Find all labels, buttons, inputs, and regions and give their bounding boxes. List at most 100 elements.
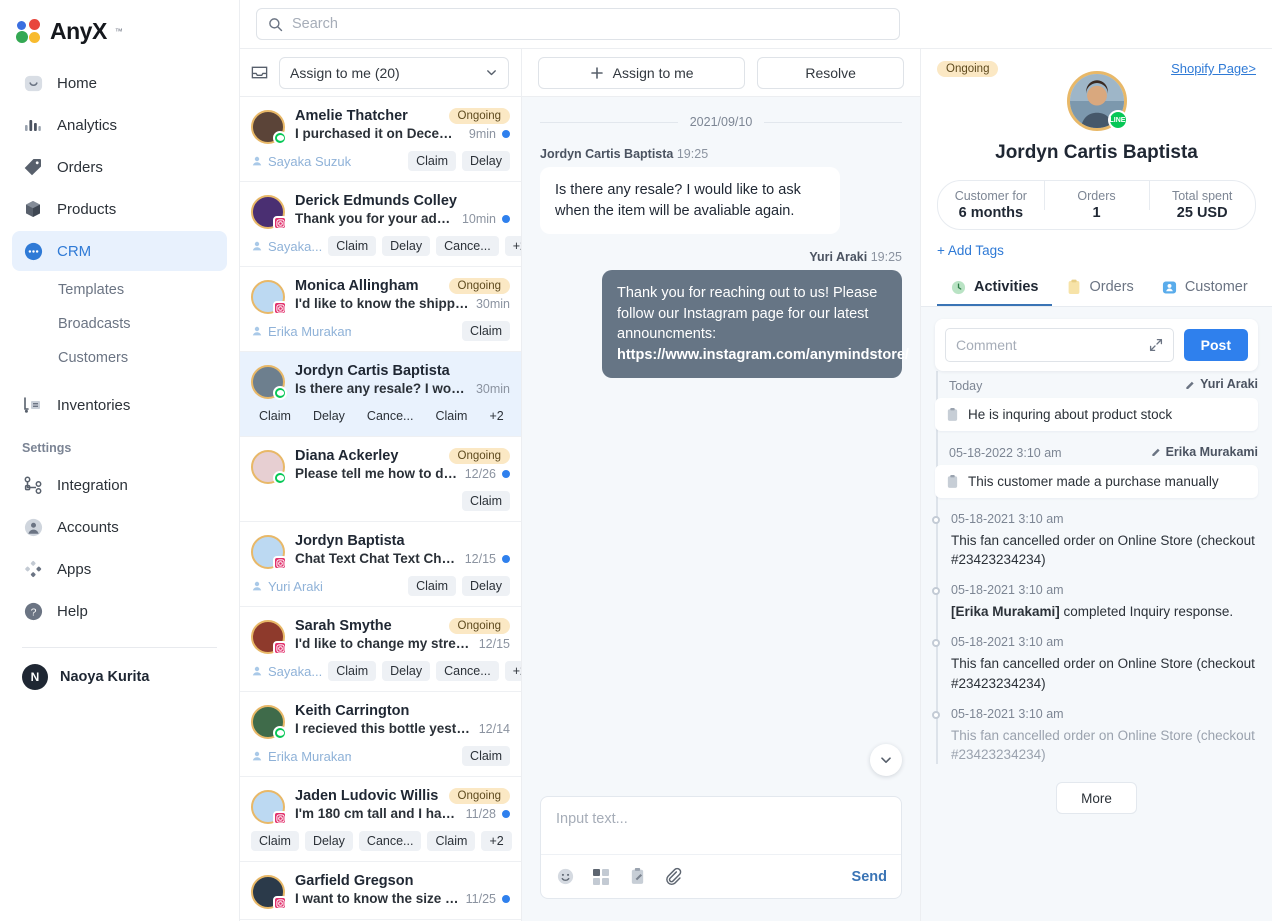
conversation-tag[interactable]: Delay <box>462 576 510 596</box>
conversation-tag[interactable]: Cance... <box>436 236 499 256</box>
conversation-tag[interactable]: Claim <box>328 236 377 256</box>
conversation-name: Sarah Smythe <box>295 618 392 634</box>
svg-text:?: ? <box>30 606 36 618</box>
scroll-to-bottom-button[interactable] <box>870 744 902 776</box>
sidebar-item-templates[interactable]: Templates <box>12 273 227 307</box>
assignee-name: Erika Murakami <box>268 323 351 339</box>
activity-note-card: He is inquring about product stock <box>935 397 1258 431</box>
sidebar-item-inventories[interactable]: Inventories <box>12 385 227 425</box>
conversation-tag[interactable]: Claim <box>462 321 510 341</box>
avatar: N <box>22 664 48 690</box>
conversation-tag-more[interactable]: +2 <box>504 661 521 681</box>
tab-label: Customer <box>1184 279 1248 295</box>
conversation-tag[interactable]: Delay <box>462 151 510 171</box>
sidebar-item-orders[interactable]: Orders <box>12 147 227 187</box>
message-input[interactable]: Input text... <box>541 797 901 854</box>
conversation-tag[interactable]: Delay <box>304 831 353 851</box>
send-button[interactable]: Send <box>852 869 887 885</box>
more-wrap: More <box>935 778 1258 830</box>
conversation-list-item[interactable]: Diana Ackerley Ongoing Please tell me how … <box>240 437 521 522</box>
conversation-tag[interactable]: Claim <box>427 831 476 851</box>
sidebar-item-help[interactable]: ? Help <box>12 591 227 631</box>
conversation-name-row: Sarah Smythe Ongoing <box>295 618 510 634</box>
sidebar-item-products[interactable]: Products <box>12 189 227 229</box>
assign-to-me-button[interactable]: Assign to me <box>538 56 746 89</box>
conversation-tag-more[interactable]: +2 <box>504 236 521 256</box>
message-composer: Input text... Send <box>540 796 902 899</box>
comment-input[interactable]: Comment <box>945 328 1174 362</box>
conversation-tag-more[interactable]: +2 <box>481 406 511 426</box>
post-comment-button[interactable]: Post <box>1183 329 1248 361</box>
activities-panel[interactable]: Comment Post Today Yuri Araki He is inquri… <box>921 307 1272 921</box>
conversation-tag[interactable]: Cance... <box>436 661 499 681</box>
sidebar-item-analytics[interactable]: Analytics <box>12 105 227 145</box>
conversation-tag[interactable]: Claim <box>251 406 299 426</box>
brand-logo[interactable]: AnyX ™ <box>0 0 239 59</box>
load-more-button[interactable]: More <box>1056 782 1137 815</box>
accounts-icon <box>22 516 44 538</box>
conversation-list[interactable]: Amelie Thatcher Ongoing I purchased it on … <box>240 97 521 921</box>
sidebar-item-apps[interactable]: Apps <box>12 549 227 589</box>
resolve-button[interactable]: Resolve <box>757 56 904 89</box>
tab-label: Activities <box>974 279 1039 295</box>
conversation-tag[interactable]: Claim <box>328 661 377 681</box>
avatar <box>251 620 287 655</box>
conversation-list-item[interactable]: Monica Allingham Ongoing I'd like to know … <box>240 267 521 352</box>
conversation-tag[interactable]: Claim <box>462 491 510 511</box>
sidebar-item-integration[interactable]: Integration <box>12 465 227 505</box>
conversation-tag[interactable]: Delay <box>382 661 431 681</box>
message-link[interactable]: https://www.instagram.com/anymindstore/ <box>617 347 909 363</box>
conversation-tag-more[interactable]: +2 <box>481 831 512 851</box>
conversation-preview: Chat Text Chat Text Chat Text... <box>295 551 459 566</box>
apps-grid-icon[interactable] <box>591 867 611 887</box>
sidebar-user[interactable]: N Naoya Kurita <box>0 648 239 706</box>
conversation-tag[interactable]: Delay <box>382 236 431 256</box>
tab-customer[interactable]: Customer <box>1148 269 1262 306</box>
conversation-tag[interactable]: Claim <box>462 746 510 766</box>
conversation-list-item[interactable]: Derick Edmunds Colley Thank you for your … <box>240 182 521 267</box>
conversation-time: 9min <box>468 126 496 141</box>
conversation-tag[interactable]: Claim <box>408 151 457 171</box>
activity-event: 05-18-2021 3:10 am This fan cancelled ord… <box>932 707 1258 764</box>
add-tags-button[interactable]: + Add Tags <box>937 230 1256 269</box>
emoji-icon[interactable] <box>555 867 575 887</box>
conversation-tag[interactable]: Claim <box>251 831 299 851</box>
instagram-badge-icon <box>273 301 287 315</box>
sidebar-item-home[interactable]: Home <box>12 63 227 103</box>
tab-activities[interactable]: Activities <box>937 269 1053 306</box>
conversation-list-item[interactable]: Sarah Smythe Ongoing I'd like to change my… <box>240 607 521 692</box>
assign-filter-select[interactable]: Assign to me (20) <box>279 56 509 89</box>
conversation-main-row: Jordyn Baptista Chat Text Chat Text Chat … <box>251 533 510 570</box>
shopify-page-link[interactable]: Shopify Page> <box>1171 61 1256 76</box>
anyx-logo-icon <box>16 18 42 45</box>
template-clipboard-icon[interactable] <box>627 867 647 887</box>
sidebar-item-crm[interactable]: CRM <box>12 231 227 271</box>
conversation-tag[interactable]: Claim <box>408 576 457 596</box>
clock-icon <box>951 280 966 295</box>
conversation-list-item[interactable]: Jordyn Cartis Baptista Is there any resal… <box>240 352 521 437</box>
attachment-paperclip-icon[interactable] <box>663 867 683 887</box>
sidebar-item-broadcasts[interactable]: Broadcasts <box>12 307 227 341</box>
conversation-tag[interactable]: Cance... <box>358 831 422 851</box>
conversation-tag[interactable]: Delay <box>305 406 353 426</box>
search-box[interactable] <box>256 8 900 40</box>
conversation-name: Jordyn Cartis Baptista <box>295 363 450 379</box>
tab-orders[interactable]: Orders <box>1052 269 1147 306</box>
conversation-list-item[interactable]: Jaden Ludovic Willis Ongoing I'm 180 cm ta… <box>240 777 521 862</box>
sidebar-item-accounts[interactable]: Accounts <box>12 507 227 547</box>
sidebar-item-customers[interactable]: Customers <box>12 341 227 375</box>
tab-label: Orders <box>1089 279 1134 295</box>
conversation-tag[interactable]: Claim <box>427 406 475 426</box>
conversation-list-item[interactable]: Amelie Thatcher Ongoing I purchased it on … <box>240 97 521 182</box>
conversation-preview-row: I'd like to change my street ad... 12/15 <box>295 636 510 651</box>
sidebar-item-label: CRM <box>57 242 92 260</box>
conversation-tag[interactable]: Cance... <box>359 406 422 426</box>
message-scroll-area[interactable]: 2021/09/10 Jordyn Cartis Baptista 19:25 … <box>522 97 920 788</box>
conversation-list-item[interactable]: Garfield Gregson I want to know the size … <box>240 862 521 920</box>
conversation-time: 10min <box>461 211 496 226</box>
conversation-list-item[interactable]: Jordyn Baptista Chat Text Chat Text Chat … <box>240 522 521 607</box>
conversation-list-item[interactable]: Keith Carrington I recieved this bottle y… <box>240 692 521 777</box>
search-input[interactable] <box>292 16 888 32</box>
expand-icon[interactable] <box>1149 338 1163 352</box>
inbox-icon[interactable] <box>250 63 269 82</box>
